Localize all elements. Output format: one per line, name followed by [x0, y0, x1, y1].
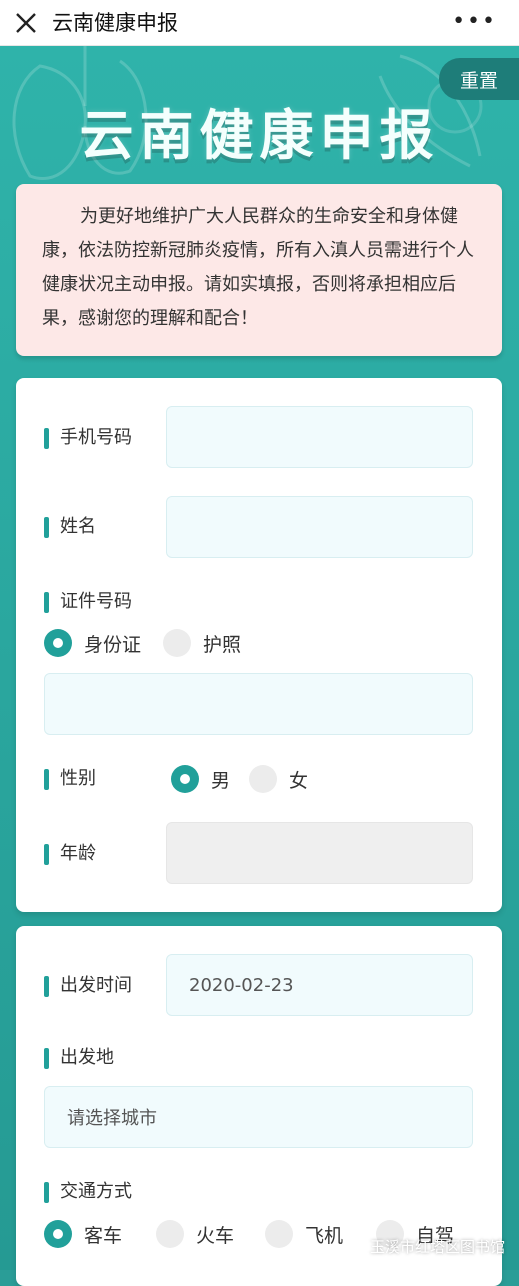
- radio-unselected-icon: [249, 765, 277, 793]
- close-icon[interactable]: [12, 9, 40, 37]
- personal-info-card: 手机号码 姓名 证件号码 身份证 护照 性别 男 女 年龄: [16, 378, 502, 912]
- reset-button[interactable]: 重置: [439, 58, 519, 100]
- radio-selected-icon: [171, 765, 199, 793]
- id-type-idcard-radio[interactable]: 身份证: [44, 629, 141, 657]
- id-type-passport-label: 护照: [203, 633, 242, 656]
- gender-label: 性别: [44, 767, 96, 791]
- transport-train-radio[interactable]: 火车: [156, 1220, 234, 1248]
- more-icon[interactable]: •••: [452, 11, 497, 33]
- transport-plane-label: 飞机: [305, 1224, 344, 1247]
- age-label: 年龄: [44, 842, 96, 866]
- watermark: 玉溪市红塔区图书馆: [348, 1236, 505, 1257]
- origin-label: 出发地: [44, 1046, 114, 1070]
- radio-selected-icon: [44, 1220, 72, 1248]
- travel-info-card: 出发时间 2020-02-23 出发地 请选择城市 交通方式 客车 火车 飞机 …: [16, 926, 502, 1286]
- top-bar: 云南健康申报 •••: [0, 0, 519, 46]
- depart-time-label: 出发时间: [44, 974, 132, 998]
- radio-unselected-icon: [156, 1220, 184, 1248]
- transport-train-label: 火车: [196, 1224, 235, 1247]
- radio-unselected-icon: [163, 629, 191, 657]
- notice-box: 为更好地维护广大人民群众的生命安全和身体健康，依法防控新冠肺炎疫情，所有入滇人员…: [16, 184, 502, 356]
- gender-male-radio[interactable]: 男: [171, 765, 230, 793]
- origin-select[interactable]: 请选择城市: [44, 1086, 473, 1148]
- transport-label: 交通方式: [44, 1180, 132, 1204]
- gender-female-radio[interactable]: 女: [249, 765, 308, 793]
- gender-male-label: 男: [211, 769, 231, 792]
- age-input: [166, 822, 473, 884]
- notice-text: 为更好地维护广大人民群众的生命安全和身体健康，依法防控新冠肺炎疫情，所有入滇人员…: [42, 206, 474, 329]
- id-number-label: 证件号码: [44, 590, 132, 614]
- id-type-idcard-label: 身份证: [84, 633, 142, 656]
- phone-input[interactable]: [166, 406, 473, 468]
- transport-plane-radio[interactable]: 飞机: [265, 1220, 343, 1248]
- transport-bus-label: 客车: [84, 1224, 123, 1247]
- id-number-input[interactable]: [44, 673, 473, 735]
- watermark-text: 玉溪市红塔区图书馆: [369, 1238, 505, 1256]
- depart-time-input[interactable]: 2020-02-23: [166, 954, 473, 1016]
- name-input[interactable]: [166, 496, 473, 558]
- page-title: 云南健康申报: [52, 11, 178, 35]
- wechat-icon: [348, 1239, 366, 1253]
- name-label: 姓名: [44, 515, 96, 539]
- header-title: 云南健康申报: [79, 104, 440, 167]
- radio-unselected-icon: [265, 1220, 293, 1248]
- gender-female-label: 女: [289, 769, 309, 792]
- id-type-passport-radio[interactable]: 护照: [163, 629, 241, 657]
- phone-label: 手机号码: [44, 426, 132, 450]
- radio-selected-icon: [44, 629, 72, 657]
- transport-bus-radio[interactable]: 客车: [44, 1220, 122, 1248]
